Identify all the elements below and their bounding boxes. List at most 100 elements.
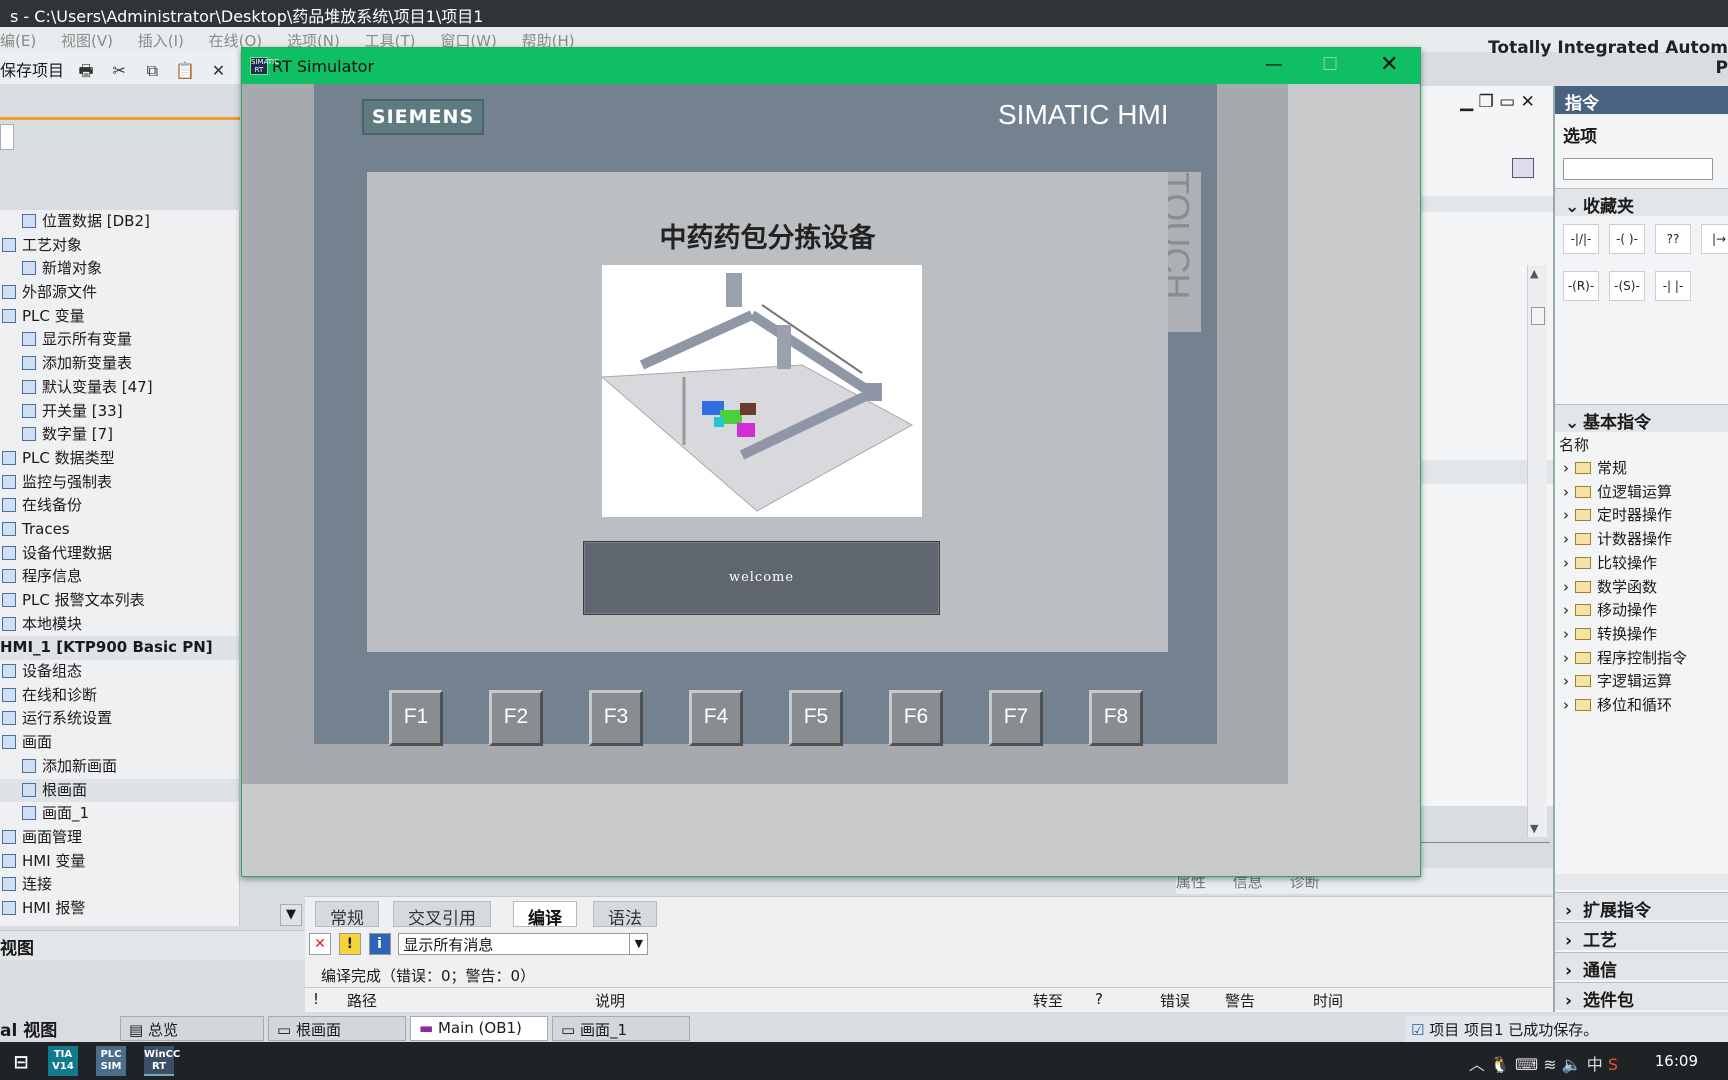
error-filter-icon[interactable]: ✕ <box>309 933 331 955</box>
chevron-right-icon[interactable]: › <box>1563 530 1569 548</box>
option-packages-section[interactable]: › 选件包 <box>1555 982 1728 1011</box>
tree-item[interactable]: 连接 <box>0 873 239 897</box>
panel-hscroll[interactable] <box>1555 874 1728 890</box>
tree-item[interactable]: 在线备份 <box>0 494 239 518</box>
chevron-right-icon[interactable]: › <box>1563 578 1569 596</box>
chevron-right-icon[interactable]: › <box>1563 625 1569 643</box>
reset-coil-icon[interactable]: -(R)- <box>1563 271 1599 301</box>
empty-box-icon[interactable]: ?? <box>1655 224 1691 254</box>
tab-cross-reference[interactable]: 交叉引用 <box>393 901 491 929</box>
function-key[interactable]: F7 <box>989 690 1043 746</box>
instruction-folder[interactable]: › 定时器操作 <box>1563 504 1672 528</box>
tree-item[interactable]: HMI 报警 <box>0 897 239 921</box>
tree-item[interactable]: 外部源文件 <box>0 281 239 305</box>
menu-view[interactable]: 视图(V) <box>61 32 113 50</box>
instruction-folder[interactable]: › 字逻辑运算 <box>1563 670 1672 694</box>
menu-insert[interactable]: 插入(I) <box>138 32 184 50</box>
layout-icon[interactable] <box>1512 158 1534 178</box>
branch-icon[interactable]: |→ <box>1701 224 1728 254</box>
function-key[interactable]: F5 <box>789 690 843 746</box>
technology-section[interactable]: › 工艺 <box>1555 922 1728 951</box>
volume-icon[interactable]: 🔈 <box>1562 1055 1582 1074</box>
tree-item[interactable]: 设备组态 <box>0 660 239 684</box>
col-flag[interactable]: ! <box>313 990 319 1008</box>
function-key[interactable]: F3 <box>589 690 643 746</box>
portal-view-button[interactable]: al 视图 <box>0 1016 57 1041</box>
extended-instructions-section[interactable]: › 扩展指令 <box>1555 892 1728 921</box>
delete-icon[interactable]: ✕ <box>207 61 229 80</box>
message-filter-select[interactable]: 显示所有消息 ▼ <box>398 933 649 955</box>
tree-item[interactable]: 程序信息 <box>0 565 239 589</box>
paste-icon[interactable]: 📋 <box>174 61 196 80</box>
tree-item[interactable]: 默认变量表 [47] <box>0 376 239 400</box>
print-icon[interactable]: 🖶 <box>75 60 97 87</box>
tree-item[interactable]: Traces <box>0 518 239 542</box>
tree-item[interactable]: HMI 变量 <box>0 850 239 874</box>
instruction-folder[interactable]: › 比较操作 <box>1563 552 1657 576</box>
save-project-button[interactable]: 保存项目 <box>0 61 64 80</box>
tree-item[interactable]: 设备代理数据 <box>0 542 239 566</box>
task-view-icon[interactable]: ⊟ <box>6 1046 36 1076</box>
chevron-right-icon[interactable]: › <box>1563 483 1569 501</box>
tree-item[interactable]: HMI_1 [KTP900 Basic PN] <box>0 636 239 661</box>
function-key[interactable]: F2 <box>489 690 543 746</box>
coil-icon[interactable]: -( )- <box>1609 224 1645 254</box>
instruction-folder[interactable]: › 数学函数 <box>1563 576 1657 600</box>
tab-screen-1[interactable]: ▭ 画面_1 <box>552 1016 690 1041</box>
welcome-button[interactable]: welcome <box>583 541 940 615</box>
normally-closed-contact-icon[interactable]: -|/|- <box>1563 224 1599 254</box>
tree-scroll-down-button[interactable]: ▼ <box>280 904 302 926</box>
sogou-icon[interactable]: S <box>1608 1055 1618 1074</box>
chevron-right-icon[interactable]: › <box>1563 506 1569 524</box>
tree-item[interactable]: 数字量 [7] <box>0 423 239 447</box>
menu-edit[interactable]: 编(E) <box>0 32 36 50</box>
keyboard-icon[interactable]: ⌨ <box>1515 1055 1538 1074</box>
tree-item[interactable]: 显示所有变量 <box>0 328 239 352</box>
instruction-folder[interactable]: › 移位和循环 <box>1563 694 1672 718</box>
instruction-folder[interactable]: › 位逻辑运算 <box>1563 481 1672 505</box>
tab-general[interactable]: 常规 <box>315 901 379 929</box>
taskbar-clock[interactable]: 16:09 <box>1655 1052 1698 1070</box>
col-path[interactable]: 路径 <box>347 990 377 1011</box>
chevron-right-icon[interactable]: › <box>1563 672 1569 690</box>
col-warnings[interactable]: 警告 <box>1225 990 1255 1011</box>
editor-scrollbar[interactable]: ▲ ▼ <box>1527 265 1547 837</box>
warning-filter-icon[interactable]: ! <box>338 933 361 955</box>
tab-compile[interactable]: 编译 <box>513 901 577 929</box>
tree-item[interactable]: 开关量 [33] <box>0 400 239 424</box>
tree-item[interactable]: 画面管理 <box>0 826 239 850</box>
chevron-right-icon[interactable]: › <box>1563 696 1569 714</box>
info-filter-icon[interactable]: i <box>368 933 391 955</box>
tree-item[interactable]: PLC 变量 <box>0 305 239 329</box>
taskbar-tia-portal[interactable]: TIA V14 <box>48 1046 78 1076</box>
cut-icon[interactable]: ✂ <box>108 61 130 80</box>
ime-indicator[interactable]: 中 <box>1587 1055 1603 1074</box>
chevron-down-icon[interactable]: ▼ <box>629 934 647 954</box>
function-key[interactable]: F6 <box>889 690 943 746</box>
network-icon[interactable]: ≋ <box>1543 1055 1556 1074</box>
chevron-right-icon[interactable]: › <box>1563 601 1569 619</box>
qq-icon[interactable]: 🐧 <box>1490 1055 1510 1074</box>
favorites-section[interactable]: ⌄ 收藏夹 <box>1555 188 1728 217</box>
copy-icon[interactable]: ⧉ <box>141 61 163 81</box>
function-key[interactable]: F8 <box>1089 690 1143 746</box>
instruction-folder[interactable]: › 计数器操作 <box>1563 528 1672 552</box>
instruction-search-input[interactable] <box>1563 158 1713 180</box>
col-question[interactable]: ? <box>1095 990 1103 1008</box>
col-description[interactable]: 说明 <box>595 990 625 1011</box>
tree-item[interactable]: 添加新变量表 <box>0 352 239 376</box>
instruction-folder[interactable]: › 常规 <box>1563 457 1627 481</box>
tree-item[interactable]: 添加新画面 <box>0 755 239 779</box>
col-time[interactable]: 时间 <box>1313 990 1343 1011</box>
tree-item[interactable]: 新增对象 <box>0 257 239 281</box>
tree-item[interactable]: 本地模块 <box>0 613 239 637</box>
instruction-folder[interactable]: › 转换操作 <box>1563 623 1657 647</box>
tree-tab[interactable] <box>0 124 14 150</box>
zoom-ruler[interactable] <box>1420 842 1550 856</box>
scroll-up-icon[interactable]: ▲ <box>1530 267 1538 280</box>
tree-item[interactable]: 画面 <box>0 731 239 755</box>
instruction-folder[interactable]: › 程序控制指令 <box>1563 647 1687 671</box>
taskbar-plcsim[interactable]: PLC SIM <box>96 1046 126 1076</box>
chevron-right-icon[interactable]: › <box>1563 459 1569 477</box>
editor-window-controls[interactable]: ▁ ❐ ▭ ✕ <box>1460 92 1535 112</box>
